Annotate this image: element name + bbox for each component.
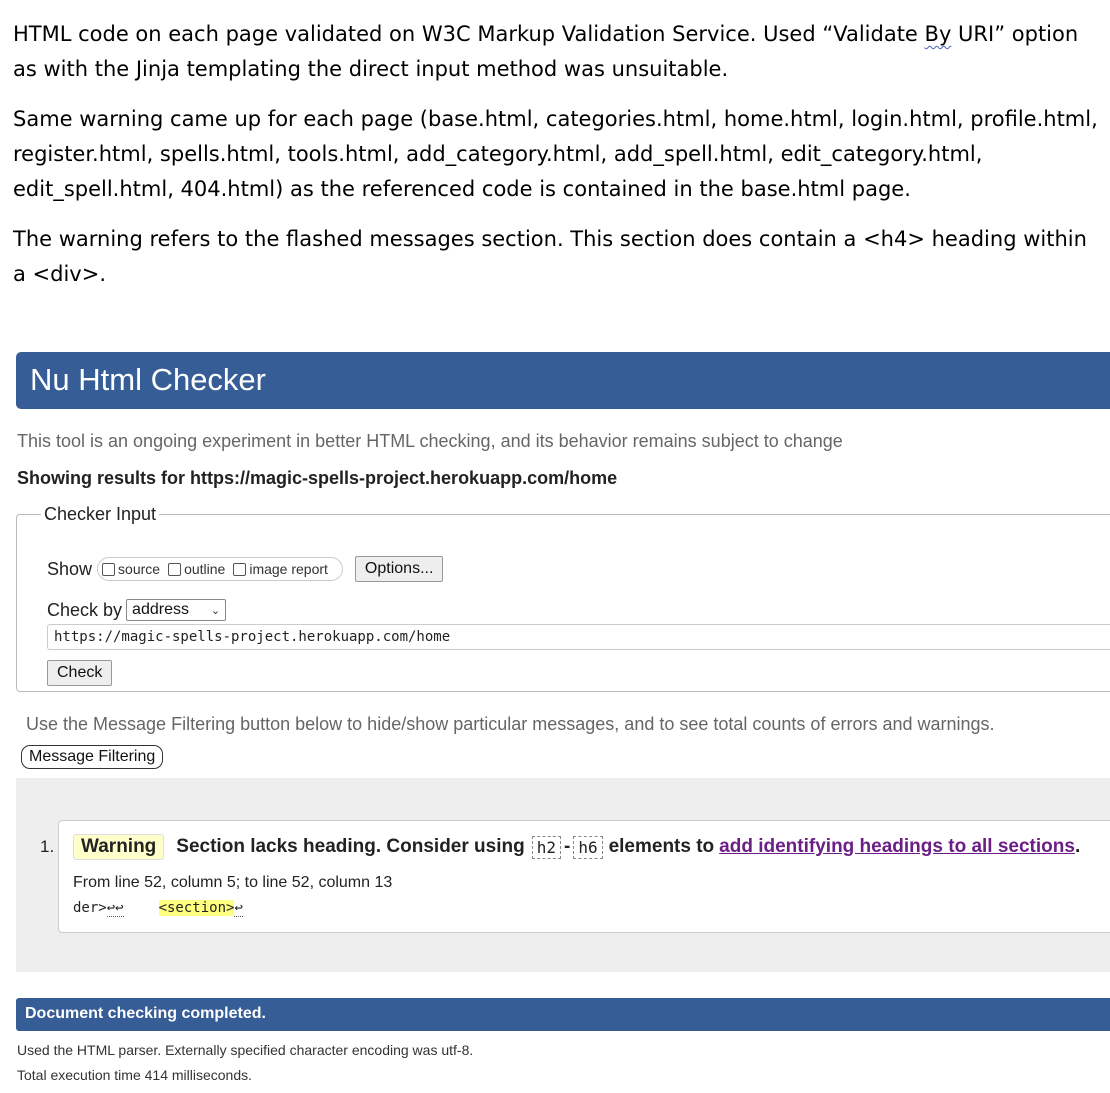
checkbox-icon[interactable]: [233, 562, 247, 576]
check-by-value: address: [132, 601, 189, 618]
execution-time: Total execution time 414 milliseconds.: [17, 1067, 253, 1083]
completion-bar: Document checking completed.: [16, 998, 1110, 1031]
checker-input-legend: Checker Input: [44, 504, 157, 524]
message-filtering-note: Use the Message Filtering button below t…: [26, 714, 995, 734]
message-filtering-button[interactable]: Message Filtering: [21, 745, 164, 769]
message-item: Warning Section lacks heading. Consider …: [58, 820, 1110, 933]
checker-input-fieldset: Checker Input Show source outline image …: [16, 504, 1110, 692]
checkbox-icon[interactable]: [168, 562, 182, 576]
code-h6: h6: [573, 835, 603, 859]
highlighted-code: <section>: [158, 900, 235, 916]
parser-note: Used the HTML parser. Externally specifi…: [17, 1042, 474, 1058]
showing-results-url: https://magic-spells-project.herokuapp.c…: [190, 468, 618, 488]
checkbox-icon[interactable]: [102, 562, 116, 576]
checker-tagline: This tool is an ongoing experiment in be…: [17, 431, 843, 451]
document-text: HTML code on each page validated on W3C …: [13, 17, 1098, 292]
show-outline-checkbox[interactable]: outline: [168, 561, 225, 577]
completion-text: Document checking completed.: [25, 1005, 266, 1022]
showing-results-heading: Showing results for https://magic-spells…: [17, 468, 618, 488]
url-input[interactable]: https://magic-spells-project.herokuapp.c…: [47, 624, 1110, 650]
checker-title: Nu Html Checker: [30, 362, 266, 397]
show-options-group: source outline image report: [97, 557, 343, 581]
results-panel: 1. Warning Section lacks heading. Consid…: [16, 778, 1110, 972]
chevron-down-icon: ⌄: [210, 604, 221, 617]
warning-badge: Warning: [73, 834, 165, 860]
show-image-report-checkbox[interactable]: image report: [233, 561, 328, 577]
document-paragraph-3: The warning refers to the flashed messag…: [13, 227, 1087, 286]
show-row: Show source outline image report Options…: [47, 556, 444, 582]
newline-markers: ↩↩: [106, 900, 124, 917]
validator-screenshot: Nu Html Checker This tool is an ongoing …: [16, 352, 1110, 1093]
show-source-checkbox[interactable]: source: [102, 561, 160, 577]
document-paragraph-1: HTML code on each page validated on W3C …: [13, 22, 1079, 81]
document-paragraph-2: Same warning came up for each page (base…: [13, 107, 1098, 201]
check-button[interactable]: Check: [47, 660, 113, 686]
message-heading: Warning Section lacks heading. Consider …: [73, 834, 1080, 860]
check-by-row: Check by address ⌄: [47, 599, 227, 621]
options-button[interactable]: Options...: [354, 556, 444, 582]
check-by-select[interactable]: address ⌄: [126, 599, 227, 621]
newline-marker: ↩: [234, 900, 243, 917]
message-location: From line 52, column 5; to line 52, colu…: [73, 874, 393, 891]
message-extract: der>↩↩ <section>↩: [73, 900, 243, 917]
spellcheck-flagged-word: By: [924, 22, 952, 46]
code-h2: h2: [531, 835, 561, 859]
show-label: Show: [47, 558, 93, 579]
message-number: 1.: [40, 837, 55, 856]
checker-banner: Nu Html Checker: [16, 352, 1110, 409]
headings-help-link[interactable]: add identifying headings to all sections: [719, 836, 1075, 858]
check-by-label: Check by: [47, 599, 123, 620]
